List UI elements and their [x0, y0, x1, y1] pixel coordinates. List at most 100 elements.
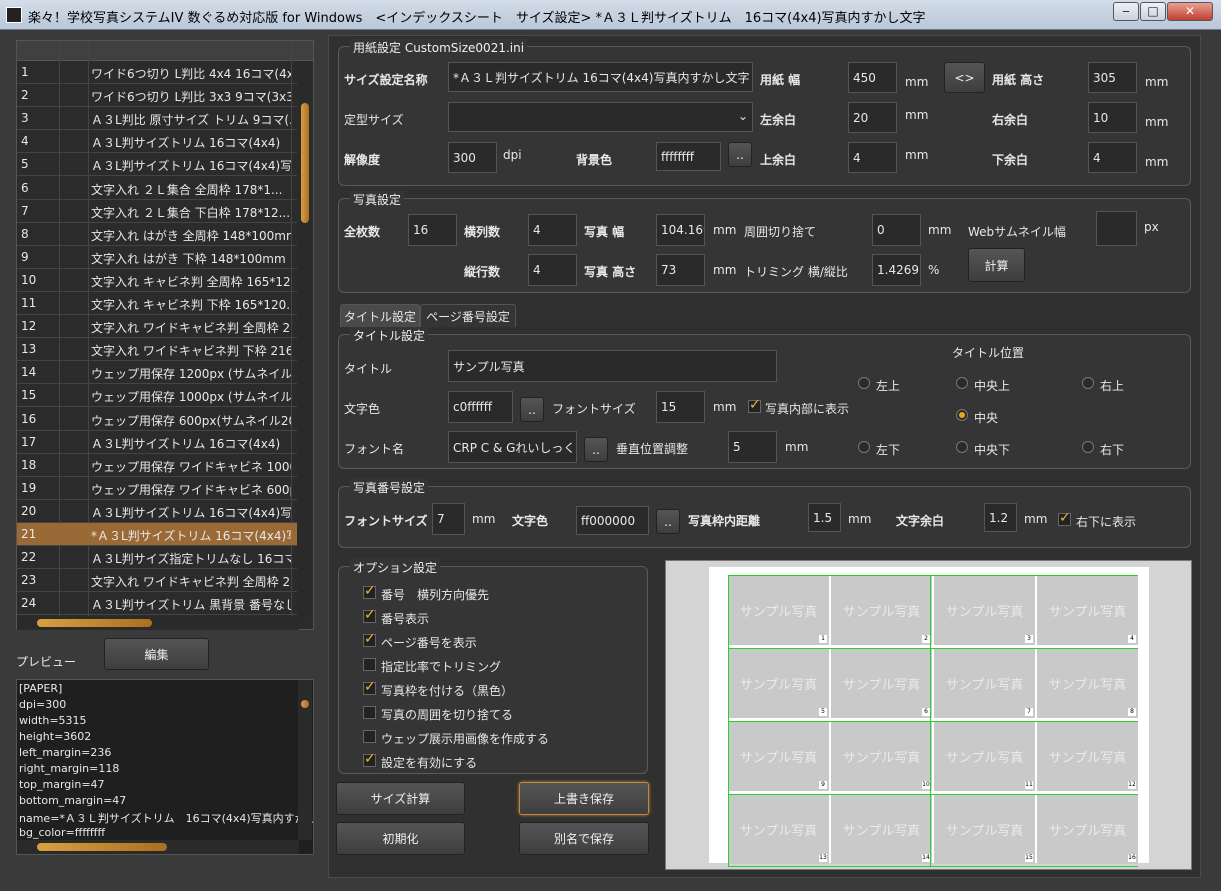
init-button[interactable]: 初期化: [336, 822, 465, 855]
sheet-page: サンプル写真 1 サンプル写真 2 サンプル写真 3 サンプル写真 4 サンプル写真 5 サンプル写…: [709, 567, 1149, 867]
list-hscroll[interactable]: [17, 616, 299, 630]
radio-top-left[interactable]: [858, 377, 870, 389]
list-item[interactable]: 23 文字入れ ワイドキャビネ判 全周枠 21...: [17, 569, 297, 593]
radio-top-center[interactable]: [956, 377, 968, 389]
option-checkbox[interactable]: [363, 607, 376, 623]
num-fontsize-input[interactable]: 7: [432, 503, 465, 535]
list-item[interactable]: 18 ウェップ用保存 ワイドキャビネ 1000px (...: [17, 454, 297, 477]
radio-bottom-center[interactable]: [956, 441, 968, 453]
list-item[interactable]: 11 文字入れ キャビネ判 下枠 165*120...: [17, 292, 297, 315]
num-color-input[interactable]: ff000000: [576, 506, 649, 535]
preview-line: top_margin=47: [19, 778, 105, 791]
list-item[interactable]: 24 Ａ３L判サイズトリム 黒背景 番号なし...: [17, 592, 297, 616]
preview-hscroll[interactable]: [17, 840, 299, 854]
right-margin-input[interactable]: 10: [1088, 102, 1137, 133]
list-item[interactable]: 13 文字入れ ワイドキャビネ判 下枠 216*...: [17, 338, 297, 362]
title-color-pick-button[interactable]: ..: [520, 397, 544, 422]
list-item[interactable]: 17 Ａ３L判サイズトリム 16コマ(4x4): [17, 431, 297, 454]
cut-input[interactable]: 0: [872, 214, 921, 246]
top-margin-label: 上余白: [760, 153, 797, 167]
list-item[interactable]: 21 *Ａ３L判サイズトリム 16コマ(4x4)写真...: [17, 523, 297, 546]
list-item[interactable]: 16 ウェップ用保存 600px(サムネイル200px): [17, 408, 297, 431]
list-item[interactable]: 5 Ａ３L判サイズトリム 16コマ(4x4)写真...: [17, 153, 297, 177]
list-vscroll[interactable]: [298, 61, 312, 616]
vpos-input[interactable]: 5: [728, 431, 777, 463]
list-item[interactable]: 4 Ａ３L判サイズトリム 16コマ(4x4): [17, 130, 297, 154]
option-checkbox[interactable]: [363, 706, 376, 719]
fixed-size-select[interactable]: ⌄: [448, 102, 753, 132]
paper-width-input[interactable]: 450: [848, 62, 897, 93]
option-checkbox[interactable]: [363, 658, 376, 671]
bottom-right-checkbox[interactable]: [1058, 510, 1071, 526]
list-item[interactable]: 2 ワイド6つ切り L判比 3x3 9コマ(3x3)...: [17, 84, 297, 108]
list-item[interactable]: 3 Ａ３L判比 原寸サイズ トリム 9コマ(...: [17, 107, 297, 131]
list-item[interactable]: 14 ウェップ用保存 1200px (サムネイル200...: [17, 361, 297, 385]
save-as-button[interactable]: 別名で保存: [519, 822, 649, 855]
list-item[interactable]: 6 文字入れ ２Ｌ集合 全周枠 178*1...: [17, 177, 297, 200]
radio-bottom-right[interactable]: [1082, 441, 1094, 453]
web-thumb-label: Webサムネイル幅: [968, 225, 1066, 239]
title-color-input[interactable]: c0ffffff: [448, 391, 513, 423]
title-input[interactable]: サンプル写真: [448, 350, 777, 382]
option-checkbox[interactable]: [363, 583, 376, 599]
list-item[interactable]: 8 文字入れ はがき 全周枠 148*100mm: [17, 223, 297, 246]
list-item[interactable]: 9 文字入れ はがき 下枠 148*100mm: [17, 246, 297, 269]
web-thumb-input[interactable]: [1096, 211, 1137, 246]
preview-line: name=*Ａ３Ｌ判サイズトリム 16コマ(4x4)写真内すかし文: [19, 812, 314, 825]
swap-button[interactable]: <>: [944, 62, 985, 93]
list-item[interactable]: 7 文字入れ ２Ｌ集合 下白枠 178*12...: [17, 200, 297, 223]
cols-input[interactable]: 4: [528, 214, 577, 246]
option-checkbox[interactable]: [363, 631, 376, 647]
title-fontsize-input[interactable]: 15: [656, 391, 705, 423]
rows-label: 縦行数: [464, 265, 501, 279]
number-group-title: 写真番号設定: [350, 479, 429, 496]
top-margin-input[interactable]: 4: [848, 142, 897, 173]
list-item[interactable]: 1 ワイド6つ切り L判比 4x4 16コマ(4x4...: [17, 61, 297, 84]
resolution-input[interactable]: 300: [448, 142, 497, 173]
radio-bottom-left[interactable]: [858, 441, 870, 453]
num-dist-input[interactable]: 1.5: [808, 503, 841, 532]
num-margin-input[interactable]: 1.2: [984, 503, 1017, 532]
option-checkbox[interactable]: [363, 730, 376, 743]
list-item[interactable]: 19 ウェップ用保存 ワイドキャビネ 600px(サ...: [17, 477, 297, 500]
radio-center[interactable]: [956, 409, 968, 421]
list-item[interactable]: 15 ウェップ用保存 1000px (サムネイル200...: [17, 384, 297, 408]
num-color-pick-button[interactable]: ..: [656, 509, 680, 534]
sheet-cell-number: 11: [1025, 781, 1033, 789]
option-checkbox[interactable]: [363, 679, 376, 695]
font-name-input[interactable]: CRP C & Gれいしっく: [448, 431, 577, 463]
font-pick-button[interactable]: ..: [584, 437, 608, 462]
left-margin-label: 左余白: [760, 113, 797, 127]
preview-label: プレビュー: [16, 655, 77, 669]
bottom-margin-input[interactable]: 4: [1088, 142, 1137, 173]
name-input[interactable]: *Ａ３Ｌ判サイズトリム 16コマ(4x4)写真内すかし文字: [448, 62, 753, 92]
calc-button[interactable]: 計算: [968, 248, 1025, 282]
maximize-button[interactable]: □: [1140, 2, 1166, 21]
bg-color-input[interactable]: ffffffff: [656, 142, 721, 171]
close-button[interactable]: ✕: [1167, 2, 1213, 21]
size-list[interactable]: 1 ワイド6つ切り L判比 4x4 16コマ(4x4... 2 ワイド6つ切り L判比…: [16, 40, 314, 630]
list-item[interactable]: 22 Ａ３L判サイズ指定トリムなし 16コマ(4...: [17, 546, 297, 570]
left-margin-input[interactable]: 20: [848, 102, 897, 133]
tab-page-number[interactable]: ページ番号設定: [420, 304, 516, 327]
preview-line: width=5315: [19, 714, 87, 727]
overwrite-save-button[interactable]: 上書き保存: [519, 782, 649, 815]
sheet-cell: サンプル写真 4: [1037, 575, 1138, 645]
preview-vscroll[interactable]: [298, 680, 312, 840]
list-item[interactable]: 10 文字入れ キャビネ判 全周枠 165*12...: [17, 269, 297, 292]
list-item[interactable]: 20 Ａ３L判サイズトリム 16コマ(4x4)写真...: [17, 500, 297, 523]
trim-ratio-input[interactable]: 1.42697: [872, 254, 921, 286]
list-item[interactable]: 12 文字入れ ワイドキャビネ判 全周枠 21...: [17, 315, 297, 339]
bg-color-pick-button[interactable]: ..: [728, 142, 752, 167]
paper-height-input[interactable]: 305: [1088, 62, 1137, 93]
size-calc-button[interactable]: サイズ計算: [336, 782, 465, 815]
inside-photo-checkbox[interactable]: [748, 397, 761, 413]
total-input[interactable]: 16: [408, 214, 457, 246]
edit-button[interactable]: 編集: [104, 638, 209, 670]
option-checkbox[interactable]: [363, 751, 376, 767]
radio-top-right[interactable]: [1082, 377, 1094, 389]
tab-title-settings[interactable]: タイトル設定: [340, 304, 420, 327]
minimize-button[interactable]: ‒: [1113, 2, 1139, 21]
sheet-cell-text: サンプル写真: [739, 677, 818, 693]
rows-input[interactable]: 4: [528, 254, 577, 286]
